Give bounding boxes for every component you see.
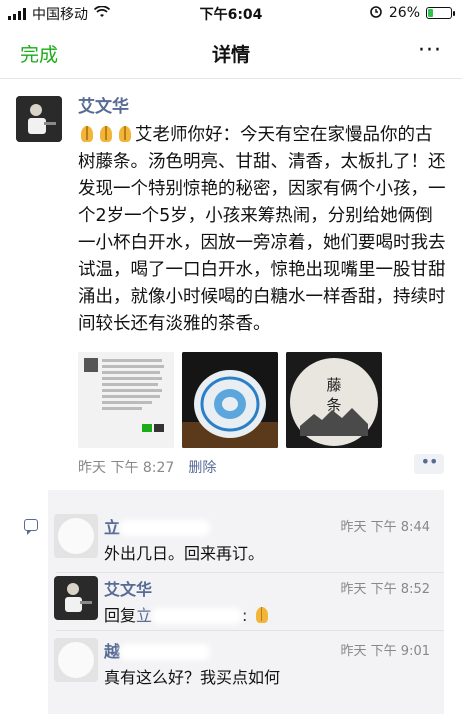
alarm-icon xyxy=(369,4,383,22)
post-image-tea-cake[interactable] xyxy=(182,352,278,448)
comment-author[interactable]: 立 xyxy=(104,514,211,538)
pray-emoji-icon xyxy=(78,125,96,143)
post-text: 艾老师你好：今天有空在家慢品你的古树藤条。汤色明亮、甘甜、清香，太板扎了！还发现… xyxy=(78,122,448,338)
post-image-tea-wrapper[interactable]: 藤 条 xyxy=(286,352,382,448)
wrapper-title-2: 条 xyxy=(326,396,341,414)
comment-text: 外出几日。回来再订。 xyxy=(104,544,265,563)
image-grid: 藤 条 xyxy=(78,352,382,448)
avatar[interactable] xyxy=(54,638,98,682)
divider xyxy=(56,572,444,573)
reply-to-name[interactable]: 立 xyxy=(136,606,152,625)
post-time: 昨天 下午 8:27 xyxy=(78,460,175,476)
post-body: 艾老师你好：今天有空在家慢品你的古树藤条。汤色明亮、甘甜、清香，太板扎了！还发现… xyxy=(78,125,446,334)
post-author[interactable]: 艾文华 xyxy=(78,92,129,117)
battery-icon xyxy=(426,7,455,19)
redacted-name xyxy=(120,520,211,536)
delete-link[interactable]: 删除 xyxy=(188,457,216,477)
comment-icon xyxy=(24,519,38,535)
avatar[interactable] xyxy=(54,576,98,620)
comment-text: 真有这么好？我买点如何 xyxy=(104,668,281,687)
pray-emoji-icon xyxy=(253,606,271,624)
divider xyxy=(56,630,444,631)
avatar[interactable] xyxy=(54,514,98,558)
page-title: 详情 xyxy=(211,44,250,66)
redacted-name xyxy=(120,644,211,660)
wrapper-title-1: 藤 xyxy=(326,376,341,394)
nav-bar: 完成 详情 ··· xyxy=(0,26,462,79)
redacted-name xyxy=(152,608,243,624)
avatar[interactable] xyxy=(16,96,62,142)
battery-percent: 26% xyxy=(388,5,420,21)
comments-section: 立 昨天 下午 8:44 外出几日。回来再订。 艾文华 昨天 下午 8:52 回… xyxy=(48,490,444,714)
comment-text: 回复立: xyxy=(104,602,272,626)
comment-author[interactable]: 越 xyxy=(104,638,211,662)
pray-emoji-icon xyxy=(97,125,115,143)
comment-time: 昨天 下午 9:01 xyxy=(340,644,430,659)
post-meta: 昨天 下午 8:27 删除 xyxy=(78,457,216,477)
status-bar: 中国移动 下午6:04 26% xyxy=(0,0,462,26)
comment-author[interactable]: 艾文华 xyxy=(104,576,152,600)
comment-time: 昨天 下午 8:52 xyxy=(340,582,430,597)
more-button[interactable]: ··· xyxy=(418,38,442,63)
post-action-button[interactable]: •• xyxy=(414,454,444,474)
post-image-screenshot[interactable] xyxy=(78,352,174,448)
comment-time: 昨天 下午 8:44 xyxy=(340,520,430,535)
pray-emoji-icon xyxy=(116,125,134,143)
